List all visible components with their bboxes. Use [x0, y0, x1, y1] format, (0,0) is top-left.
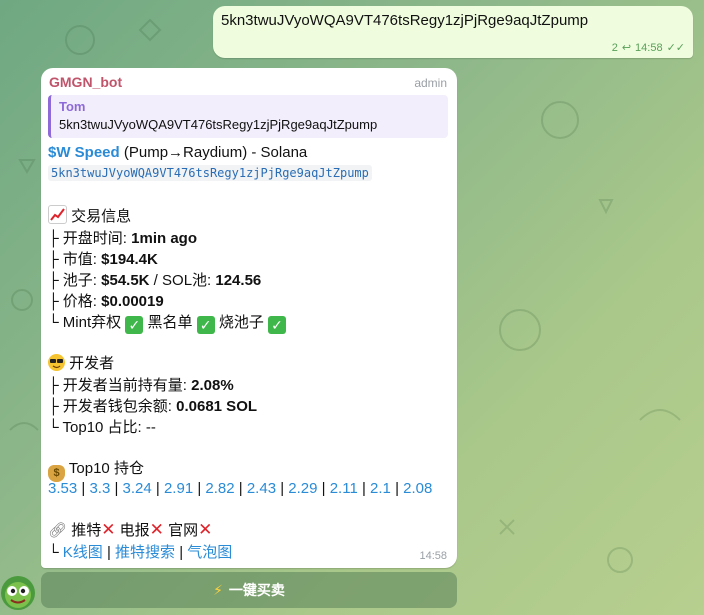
- trade-info-header: 交易信息: [48, 205, 131, 226]
- twitter-search-link[interactable]: 推特搜索: [115, 544, 175, 561]
- link-separator: |: [175, 544, 188, 561]
- dev-wallet-value: 0.0681 SOL: [176, 398, 258, 415]
- sol-pool-value: 124.56: [215, 272, 262, 289]
- link-separator: |: [102, 544, 116, 561]
- reply-text: 5kn3twuJVyoWQA9VT476tsRegy1zjPjRge9aqJtZ…: [59, 117, 378, 132]
- check-icon: ✓: [268, 316, 287, 334]
- outgoing-message[interactable]: 5kn3twuJVyoWQA9VT476tsRegy1zjPjRge9aqJtZ…: [213, 6, 693, 58]
- forward-count: 2: [611, 41, 618, 54]
- holding-value-link[interactable]: 3.24: [123, 480, 152, 497]
- holding-value-link[interactable]: 2.82: [205, 480, 234, 497]
- pool-label: ├ 池子:: [48, 272, 102, 289]
- holding-separator: |: [390, 480, 404, 497]
- cross-icon: ✕: [149, 520, 164, 539]
- market-cap-value: $194.4K: [101, 251, 158, 268]
- chart-up-icon: [48, 205, 67, 224]
- token-symbol-link[interactable]: $W Speed: [48, 144, 120, 161]
- holding-separator: |: [151, 480, 164, 497]
- check-icon: ✓: [196, 316, 215, 334]
- quick-trade-label: 一键买卖: [228, 582, 285, 598]
- pool-row: ├ 池子: $54.5K / SOL池: 124.56: [48, 269, 261, 290]
- price-label: ├ 价格:: [48, 293, 102, 310]
- holding-separator: |: [234, 480, 247, 497]
- market-cap-row: ├ 市值: $194.4K: [48, 248, 158, 269]
- sender-name[interactable]: GMGN_bot: [49, 74, 122, 90]
- price-row: ├ 价格: $0.00019: [48, 290, 164, 311]
- holding-separator: |: [357, 480, 371, 497]
- developer-title: 开发者: [69, 355, 115, 372]
- bot-avatar[interactable]: [1, 576, 35, 610]
- dev-wallet-row: ├ 开发者钱包余额: 0.0681 SOL: [48, 395, 257, 416]
- holding-separator: |: [110, 480, 123, 497]
- price-value: $0.00019: [101, 293, 164, 310]
- check-icon: ✓: [125, 316, 144, 334]
- mint-label: └ Mint弃权: [48, 314, 122, 331]
- twitter-label: 推特: [71, 522, 102, 539]
- holding-value-link[interactable]: 2.91: [164, 480, 193, 497]
- top10-title: Top10 持仓: [68, 460, 144, 477]
- open-time-label: ├ 开盘时间:: [48, 230, 132, 247]
- top10-holdings: 3.53 | 3.3 | 3.24 | 2.91 | 2.82 | 2.43 |…: [48, 480, 432, 497]
- cross-icon: ✕: [198, 520, 213, 539]
- open-time-row: ├ 开盘时间: 1min ago: [48, 227, 197, 248]
- blacklist-label: 黑名单: [147, 314, 193, 331]
- open-time-value: 1min ago: [131, 230, 197, 247]
- market-cap-label: ├ 市值:: [48, 251, 102, 268]
- links-prefix: └: [48, 544, 63, 561]
- dev-wallet-label: ├ 开发者钱包余额:: [48, 398, 177, 415]
- holding-value-link[interactable]: 2.08: [403, 480, 432, 497]
- top10-share-row: └ Top10 占比: --: [48, 419, 156, 436]
- reply-quote[interactable]: Tom 5kn3twuJVyoWQA9VT476tsRegy1zjPjRge9a…: [48, 95, 448, 138]
- holding-value-link[interactable]: 3.3: [89, 480, 110, 497]
- reply-arrow-icon: ↩: [621, 42, 632, 54]
- top10-header: $ Top10 持仓: [48, 457, 144, 482]
- website-label: 官网: [168, 522, 199, 539]
- kline-link[interactable]: K线图: [63, 544, 103, 561]
- bot-message[interactable]: GMGN_bot admin Tom 5kn3twuJVyoWQA9VT476t…: [41, 68, 457, 568]
- holding-separator: |: [193, 480, 206, 497]
- token-title: $W Speed (Pump→Raydium) - Solana: [48, 144, 307, 161]
- holding-separator: |: [276, 480, 289, 497]
- quick-trade-button[interactable]: ⚡ 一键买卖: [41, 572, 457, 608]
- holding-value-link[interactable]: 2.29: [288, 480, 317, 497]
- reply-author: Tom: [59, 99, 86, 114]
- admin-badge: admin: [414, 76, 447, 90]
- sunglasses-icon: [48, 354, 65, 371]
- holding-value-link[interactable]: 2.1: [370, 480, 391, 497]
- message-meta: 2 ↩ 14:58 ✓✓: [611, 41, 685, 55]
- outgoing-message-text: 5kn3twuJVyoWQA9VT476tsRegy1zjPjRge9aqJtZ…: [221, 12, 589, 29]
- holding-value-link[interactable]: 2.43: [247, 480, 276, 497]
- telegram-label: 电报: [119, 522, 150, 539]
- holding-value-link[interactable]: 2.11: [330, 480, 358, 497]
- dev-hold-value: 2.08%: [191, 377, 234, 394]
- security-row: └ Mint弃权 ✓ 黑名单 ✓ 烧池子 ✓: [48, 311, 287, 334]
- dev-hold-row: ├ 开发者当前持有量: 2.08%: [48, 374, 234, 395]
- bubble-map-link[interactable]: 气泡图: [187, 544, 232, 561]
- trade-info-title: 交易信息: [71, 208, 132, 225]
- dev-hold-label: ├ 开发者当前持有量:: [48, 377, 192, 394]
- holding-separator: |: [317, 480, 330, 497]
- holding-separator: |: [77, 480, 90, 497]
- developer-header: 开发者: [48, 352, 114, 373]
- cross-icon: ✕: [101, 520, 116, 539]
- pool-value: $54.5K: [101, 272, 150, 289]
- links-row: └ K线图 | 推特搜索 | 气泡图: [48, 541, 232, 562]
- link-icon: 🔗︎: [48, 522, 68, 539]
- token-route: (Pump→Raydium) - Solana: [119, 144, 308, 161]
- message-time: 14:58: [419, 550, 447, 562]
- burn-label: 烧池子: [218, 314, 264, 331]
- contract-address[interactable]: 5kn3twuJVyoWQA9VT476tsRegy1zjPjRge9aqJtZ…: [48, 165, 372, 181]
- holding-value-link[interactable]: 3.53: [48, 480, 77, 497]
- sol-pool-label: / SOL池:: [149, 272, 216, 289]
- double-check-icon: ✓✓: [666, 42, 685, 54]
- message-time: 14:58: [635, 41, 663, 54]
- lightning-icon: ⚡: [213, 581, 223, 598]
- social-row: 🔗︎ 推特✕ 电报✕ 官网✕: [48, 519, 212, 540]
